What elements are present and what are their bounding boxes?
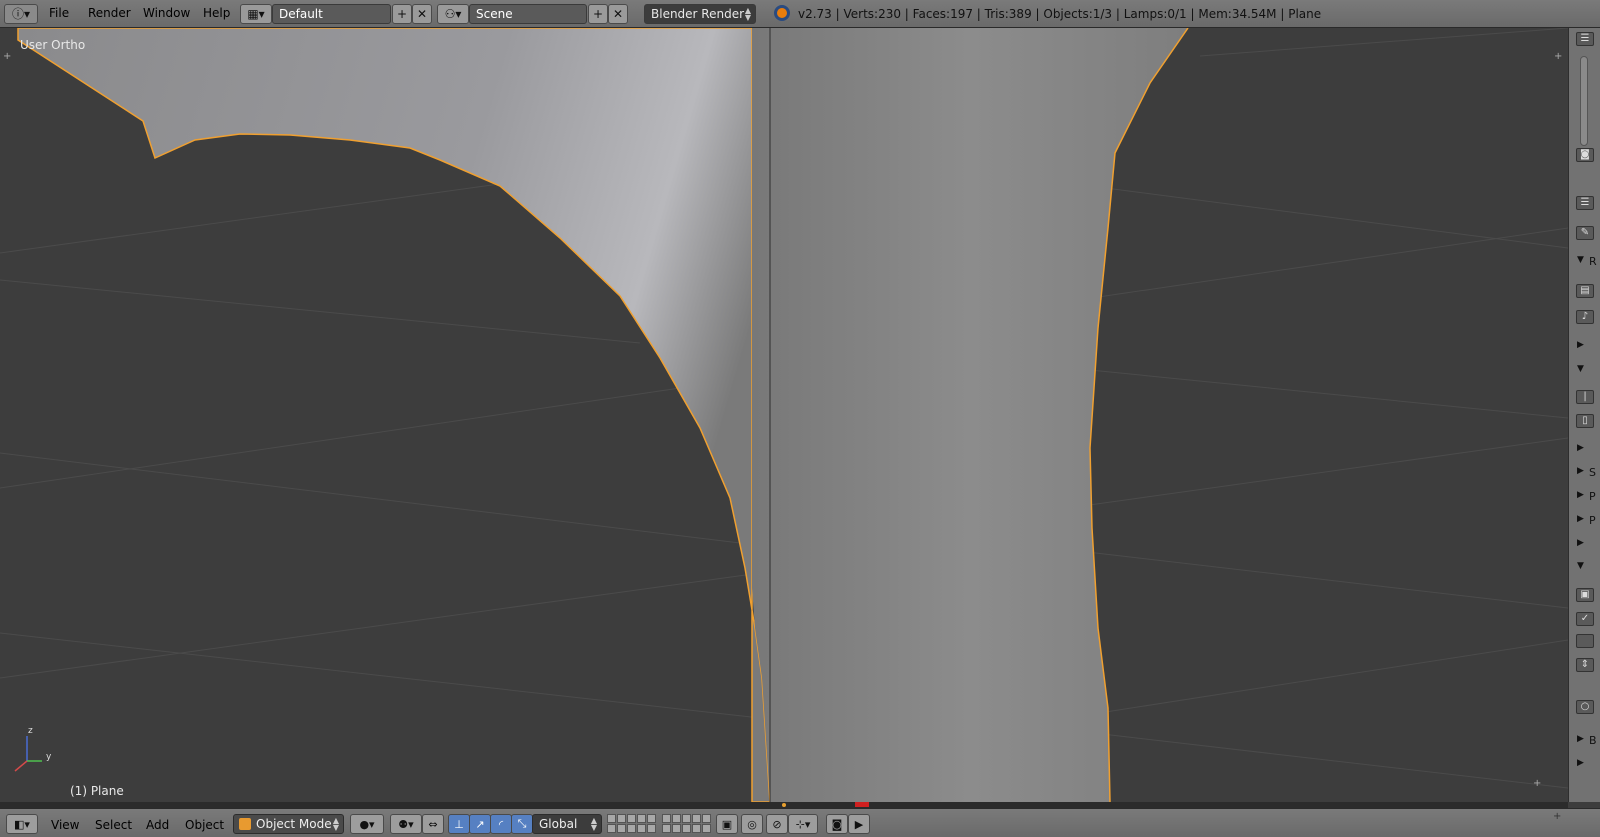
object-mode-icon [239,818,251,830]
viewport-canvas[interactable]: + + + [0,28,1568,802]
menu-view[interactable]: View [51,818,79,832]
add-layout-icon[interactable]: + [392,4,412,24]
frame-marker [855,802,869,807]
panel-letter: R [1589,255,1597,268]
panel-toggle-icon[interactable]: ▶ [1577,538,1584,548]
rotate-icon[interactable]: ◜ [490,814,512,834]
close-scene-icon[interactable]: ✕ [608,4,628,24]
mode-select[interactable]: Object Mode ▲ ▼ [233,814,344,834]
layers-icon[interactable] [662,814,711,834]
panel-toggle-icon[interactable]: ▶ [1577,490,1584,500]
properties-panel-strip[interactable]: ☰ ◙ ☰ ✎ ▼ R ▤ ♪ ▶ ▼ | ▯ ▶ ▶ S ▶ P ▶ P ▶ … [1568,28,1600,802]
panel-toggle-icon[interactable]: ▶ [1577,466,1584,476]
corner-plus-icon[interactable]: + [1533,778,1541,789]
menu-select[interactable]: Select [95,818,132,832]
spin-arrows-icon: ▲ ▼ [590,816,597,832]
scene-value: Scene [476,7,513,21]
panel-toggle-icon[interactable]: ▼ [1577,364,1584,374]
add-scene-icon[interactable]: + [588,4,608,24]
layout-field[interactable]: Default [272,4,391,24]
info-icon[interactable]: ⓘ▾ [4,4,38,24]
slider-icon[interactable]: | [1576,390,1594,404]
layer-lock-icon[interactable]: ▣ [716,814,738,834]
panel-letter: S [1589,466,1596,479]
corner-plus-icon[interactable]: + [1553,811,1561,822]
checkbox-icon[interactable]: ✓ [1576,612,1594,626]
3d-view-header: ◧▾ View Select Add Object Object Mode ▲ ▼… [0,808,1600,837]
render-engine-select[interactable]: Blender Render ▲ ▼ [644,4,756,24]
scale-icon[interactable]: ⤡ [511,814,533,834]
panel-toggle-icon[interactable]: ▶ [1577,734,1584,744]
scene-field[interactable]: Scene [469,4,587,24]
keyframe-marker [782,803,786,807]
properties-editor-icon[interactable]: ☰ [1576,32,1594,46]
pivot-icon[interactable]: ⚉▾ [390,814,422,834]
panel-letter: P [1589,514,1596,527]
corner-plus-icon[interactable]: + [3,51,11,62]
mode-value: Object Mode [256,817,332,831]
button-icon[interactable] [1576,634,1594,648]
layers-icon[interactable] [607,814,656,834]
menu-object[interactable]: Object [185,818,224,832]
snap-toggle-icon[interactable]: ⊘ [766,814,788,834]
scene-stats: v2.73 | Verts:230 | Faces:197 | Tris:389… [798,7,1322,21]
sound-icon[interactable]: ♪ [1576,310,1594,324]
shading-solid-icon[interactable]: ●▾ [350,814,384,834]
3d-viewport[interactable]: + + + User Ortho z y (1) Plane [0,28,1568,802]
pin-icon[interactable]: ✎ [1576,226,1594,240]
render-engine-value: Blender Render [651,7,745,21]
mesh-left[interactable] [17,28,771,802]
axis-widget [14,736,42,772]
translate-icon[interactable]: ↗ [469,814,491,834]
menu-window[interactable]: Window [143,6,190,20]
spin-arrows-icon: ▲ ▼ [332,816,339,832]
circle-icon[interactable]: ○ [1576,700,1594,714]
camera-icon[interactable]: ▶ [848,814,870,834]
axis-z-label: z [28,726,33,736]
menu-help[interactable]: Help [203,6,230,20]
menu-file[interactable]: File [49,6,69,20]
screen-layout-icon[interactable]: ▦▾ [240,4,272,24]
panel-toggle-icon[interactable]: ▶ [1577,443,1584,453]
orientation-select[interactable]: Global ▲ ▼ [532,814,602,834]
panel-toggle-icon[interactable]: ▼ [1577,561,1584,571]
spin-arrows-icon: ▲ ▼ [744,6,751,22]
active-object-label: (1) Plane [70,784,124,798]
close-layout-icon[interactable]: ✕ [412,4,432,24]
stepper-icon[interactable]: ⇕ [1576,658,1594,672]
proportional-edit-icon[interactable]: ◎ [741,814,763,834]
clipboard-icon[interactable]: ▣ [1576,588,1594,602]
snap-icon[interactable]: ⇔ [422,814,444,834]
blender-logo-icon [774,5,790,21]
render-button-icon[interactable]: ▤ [1576,284,1594,298]
panel-toggle-icon[interactable]: ▶ [1577,514,1584,524]
panel-toggle-icon[interactable]: ▶ [1577,758,1584,768]
menu-render[interactable]: Render [88,6,131,20]
editor-type-icon[interactable]: ◧▾ [6,814,38,834]
camera-icon[interactable]: ◙ [1576,148,1594,162]
panel-toggle-icon[interactable]: ▶ [1577,340,1584,350]
mesh-right[interactable] [752,28,1188,802]
snap-element-icon[interactable]: ⊹▾ [788,814,818,834]
axis-y-label: y [46,752,52,762]
properties-tab-icon[interactable]: ☰ [1576,196,1594,210]
toggle-icon[interactable]: ▯ [1576,414,1594,428]
corner-plus-icon[interactable]: + [1554,51,1562,62]
panel-scrollbar[interactable] [1580,56,1588,146]
manipulator-icon[interactable]: ⊥ [448,814,470,834]
panel-letter: B [1589,734,1597,747]
panel-toggle-icon[interactable]: ▼ [1577,255,1584,265]
scene-icon[interactable]: ⚇▾ [437,4,469,24]
menu-add[interactable]: Add [146,818,169,832]
view-label: User Ortho [20,38,86,52]
render-icon[interactable]: ◙ [826,814,848,834]
orientation-value: Global [539,817,578,831]
info-header: ⓘ▾ File Render Window Help ▦▾ Default + … [0,0,1600,28]
layout-value: Default [279,7,323,21]
panel-letter: P [1589,490,1596,503]
